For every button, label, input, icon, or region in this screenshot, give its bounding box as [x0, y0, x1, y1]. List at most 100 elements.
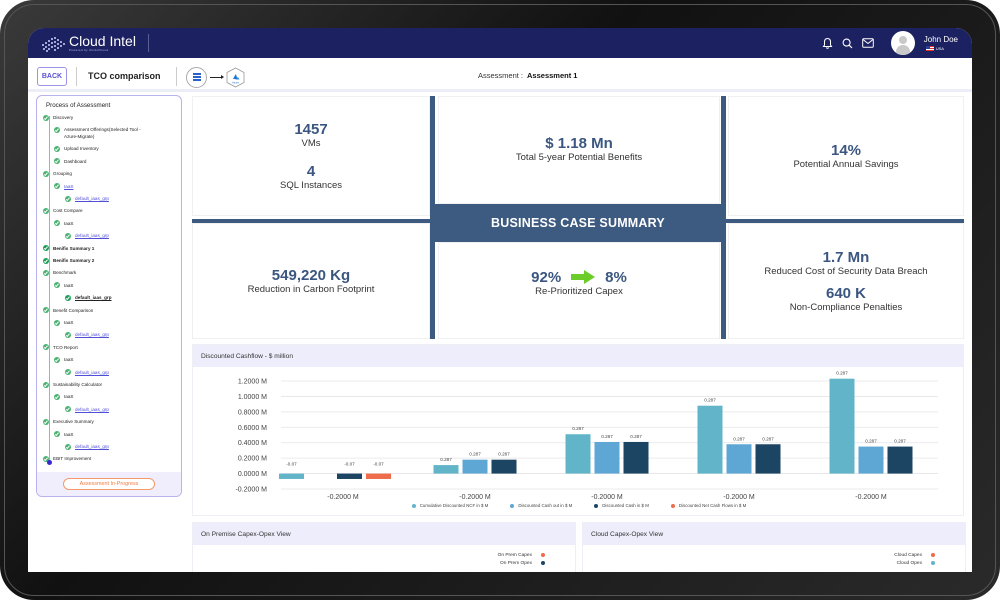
data-label: 0.287: [440, 457, 452, 462]
legend-item[interactable]: Cloud Capex: [894, 551, 935, 559]
sidebar-step[interactable]: IaaS: [54, 220, 73, 227]
assessment-value: Assessment 1: [527, 71, 578, 80]
summary-banner: BUSINESS CASE SUMMARY: [432, 204, 724, 242]
back-button[interactable]: BACK: [37, 67, 67, 86]
sidebar-step[interactable]: IaaS: [54, 431, 73, 438]
sidebar-step-label: IaaS: [64, 220, 74, 226]
assessment-status-button[interactable]: Assessment In-Progress: [63, 478, 155, 490]
legend-item[interactable]: Discounted Cash in $ M: [594, 503, 649, 508]
sidebar-step[interactable]: IaaS: [54, 393, 73, 400]
data-label: 0.287: [601, 434, 613, 439]
legend-dot-icon: [541, 553, 545, 557]
cloud-legend: Cloud Capex Cloud Opex: [894, 551, 935, 567]
sidebar-step[interactable]: Executive Summary: [43, 418, 94, 425]
sidebar-step[interactable]: default_iaas_grp: [65, 232, 109, 239]
sidebar-step-label: IaaS: [64, 357, 74, 363]
process-sidebar: Process of Assessment Discovery Assessmen…: [36, 95, 182, 497]
sidebar-step[interactable]: Benifis Summary 2: [43, 257, 94, 264]
tile-benefits: $ 1.18 Mn Total 5-year Potential Benefit…: [438, 96, 720, 204]
data-label: 0.287: [469, 452, 481, 457]
sidebar-step[interactable]: default_iaas_grp: [65, 369, 109, 376]
check-circle-icon: [43, 245, 49, 252]
sidebar-step[interactable]: Grouping: [43, 170, 72, 177]
legend-dot-icon: [594, 503, 599, 508]
sql-value: 4: [306, 163, 316, 180]
legend-dot-icon: [541, 561, 545, 565]
sidebar-step[interactable]: IaaS: [54, 319, 73, 326]
check-circle-icon: [43, 269, 49, 276]
data-label: -0.07: [344, 462, 355, 467]
migration-flow: Azure: [186, 66, 245, 88]
legend-label: On Prem Opex: [500, 560, 532, 566]
sidebar-step[interactable]: TCO Report: [43, 344, 78, 351]
onprem-title: On Premise Capex-Opex View: [193, 523, 575, 545]
check-circle-icon: [65, 331, 71, 338]
mail-icon[interactable]: [861, 36, 875, 50]
check-circle-icon: [65, 369, 71, 376]
business-case-summary: 1457 VMs 4 SQL Instances 549,220 Kg Redu…: [192, 96, 964, 339]
data-label: 0.287: [865, 439, 877, 444]
sidebar-step[interactable]: Benifis Summary 1: [43, 245, 94, 252]
sidebar-step[interactable]: IaaS: [54, 356, 73, 363]
sidebar-step[interactable]: default_iaas_grp: [65, 195, 109, 202]
sidebar-step[interactable]: default_iaas_grp: [65, 294, 112, 301]
data-label: 0.287: [704, 398, 716, 403]
bell-icon[interactable]: [821, 36, 835, 50]
legend-item[interactable]: Cloud Opex: [897, 559, 935, 567]
assessment-selector[interactable]: Assessment : Assessment 1: [478, 71, 577, 80]
sidebar-step[interactable]: Cost Compare: [43, 207, 83, 214]
tile-risk: 1.7 Mn Reduced Cost of Security Data Bre…: [728, 223, 964, 339]
sidebar-step[interactable]: Benefit Comparison: [43, 307, 93, 314]
legend-item[interactable]: On Prem Opex: [500, 559, 545, 567]
check-circle-icon: [54, 220, 60, 227]
legend-dot-icon: [411, 503, 416, 508]
tile-inventory: 1457 VMs 4 SQL Instances: [192, 96, 430, 216]
azure-icon: Azure: [225, 66, 245, 88]
logo[interactable]: Cloud Intel Powered by Click2Cloud: [40, 28, 136, 58]
bar: [565, 434, 591, 474]
bar: [887, 446, 913, 474]
user-avatar[interactable]: [890, 31, 915, 55]
check-circle-icon: [43, 381, 49, 388]
sidebar-footer: Assessment In-Progress: [37, 472, 181, 496]
sidebar-step-label: Benifis Summary 2: [53, 258, 95, 263]
legend-label: Discounted Net Cash Flows in $ M: [678, 503, 747, 508]
data-label: 0.287: [762, 436, 774, 441]
check-circle-icon: [43, 170, 49, 177]
on-premise-server-icon: [186, 66, 207, 88]
legend-item[interactable]: Cumulative Discounted NCF in $ M: [411, 503, 488, 508]
check-circle-icon: [65, 406, 71, 413]
check-circle-icon: [54, 393, 60, 400]
sidebar-step[interactable]: Assessment Offerings(Selected Tool - Azu…: [54, 126, 154, 140]
check-circle-icon: [54, 126, 60, 133]
sidebar-step[interactable]: Discovery: [43, 114, 73, 121]
sidebar-step-label: Discovery: [53, 115, 74, 120]
legend-item[interactable]: Discounted Net Cash Flows in $ M: [670, 503, 747, 508]
sidebar-step[interactable]: Dashboard: [54, 158, 86, 165]
sidebar-step[interactable]: IaaS: [54, 183, 73, 190]
sidebar-step-label: IaaS: [64, 282, 74, 288]
x-tick-label: -0.2000 M: [459, 494, 491, 501]
sidebar-step-label: Grouping: [53, 171, 72, 177]
sidebar-step-label: Cost Compare: [53, 208, 83, 214]
user-menu[interactable]: John Doe USA: [924, 35, 958, 51]
divider: [176, 67, 177, 86]
app-screen: Cloud Intel Powered by Click2Cloud John …: [28, 28, 972, 572]
sidebar-step[interactable]: Upload Inventory: [54, 145, 99, 152]
check-circle-icon: [54, 183, 60, 190]
legend-item[interactable]: Discounted Cash out in $ M: [510, 503, 572, 508]
sidebar-step[interactable]: default_iaas_grp: [65, 331, 109, 338]
data-label: 0.287: [498, 452, 510, 457]
check-circle-icon: [65, 195, 71, 202]
legend-item[interactable]: On Prem Capex: [498, 551, 545, 559]
sidebar-step-label: TCO Report: [53, 344, 78, 350]
sidebar-step[interactable]: Benchmark: [43, 269, 76, 276]
check-circle-icon: [54, 319, 60, 326]
search-icon[interactable]: [841, 36, 855, 50]
sidebar-step[interactable]: IaaS: [54, 282, 73, 289]
sidebar-step[interactable]: default_iaas_grp: [65, 406, 109, 413]
sidebar-step[interactable]: Sustainability Calculator: [43, 381, 102, 388]
legend-label: Cloud Opex: [896, 560, 922, 566]
legend-label: On Prem Capex: [497, 552, 532, 558]
sidebar-step[interactable]: default_iaas_grp: [65, 443, 109, 450]
